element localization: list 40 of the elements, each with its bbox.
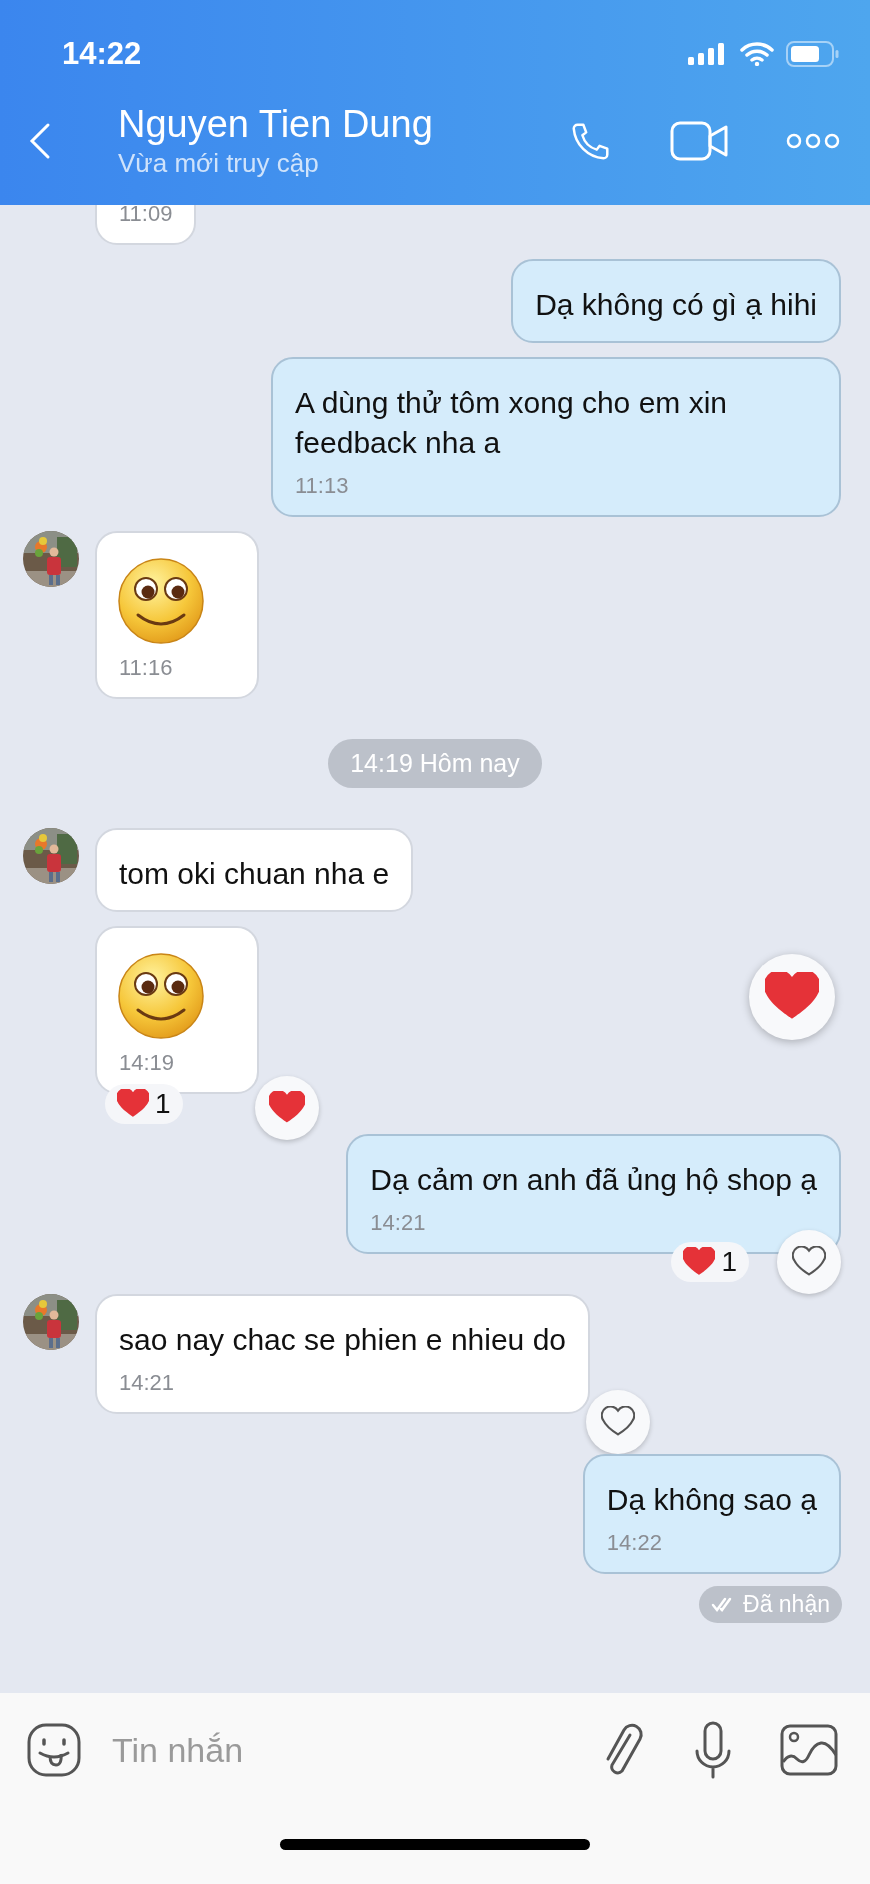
back-icon — [28, 121, 52, 161]
contact-status: Vừa mới truy cập — [118, 147, 320, 180]
wifi-icon — [740, 42, 774, 66]
message-time: 14:22 — [606, 1530, 663, 1556]
heart-outline-icon — [792, 1246, 826, 1278]
heart-icon — [269, 1091, 305, 1125]
message-time: 11:16 — [119, 655, 174, 681]
message-text: sao nay chac se phien e nhieu do — [119, 1322, 566, 1358]
reaction-number: 1 — [155, 1088, 171, 1120]
react-button[interactable] — [586, 1390, 650, 1454]
date-separator: 14:19 Hôm nay — [328, 739, 542, 788]
message-time: 14:19 — [119, 1050, 176, 1076]
message-input[interactable]: Tin nhắn — [98, 1722, 558, 1778]
message-text: Dạ không có gì ạ hihi — [535, 287, 817, 323]
video-camera-icon — [670, 120, 730, 162]
reaction-count[interactable]: 1 — [105, 1084, 183, 1124]
message-time: 14:21 — [370, 1210, 427, 1236]
react-button[interactable] — [255, 1076, 319, 1140]
message-text: Dạ không sao ạ — [606, 1482, 817, 1518]
reaction-count[interactable]: 1 — [671, 1242, 749, 1282]
image-icon — [780, 1724, 838, 1776]
message-time: 11:13 — [295, 473, 350, 499]
heart-outline-icon — [601, 1406, 635, 1438]
message-text: Dạ cảm ơn anh đã ủng hộ shop ạ — [370, 1162, 817, 1198]
microphone-icon — [694, 1721, 732, 1779]
heart-icon — [117, 1089, 149, 1119]
heart-icon — [683, 1247, 716, 1277]
status-time: 14:22 — [62, 36, 142, 72]
message-text: tom oki chuan nha e — [119, 856, 390, 892]
delivery-status-text: Đã nhận — [743, 1591, 830, 1618]
smiley-tongue-icon — [26, 1722, 82, 1778]
contact-name: Nguyen Tien Dung — [118, 102, 434, 146]
message-time: 14:21 — [119, 1370, 176, 1396]
quick-reaction-button[interactable] — [749, 954, 835, 1040]
message-text: A dùng thử tôm xong cho em xin feedback nha a — [295, 385, 728, 461]
battery-icon — [786, 41, 840, 67]
reaction-number: 1 — [721, 1246, 737, 1278]
message-time: 11:09 — [119, 205, 173, 227]
more-icon — [786, 132, 840, 150]
react-button[interactable] — [777, 1230, 841, 1294]
